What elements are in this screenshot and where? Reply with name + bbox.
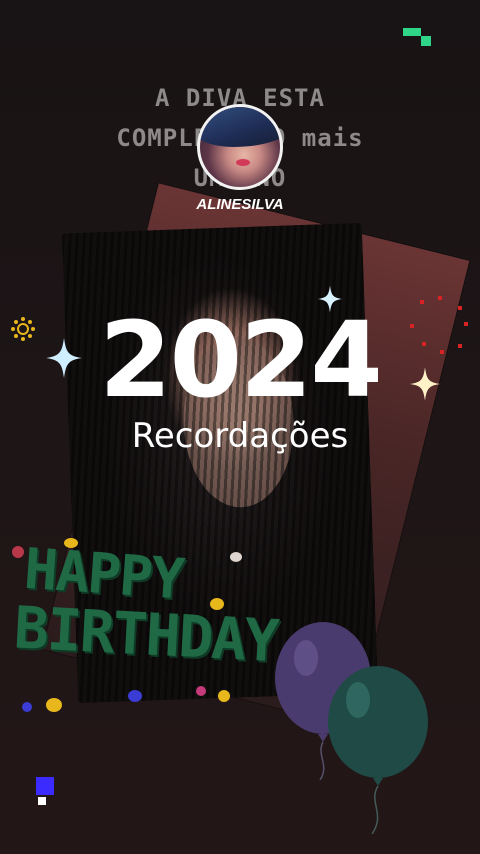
confetti-dot xyxy=(46,698,62,712)
confetti-dot xyxy=(218,690,230,702)
balloon-icon xyxy=(328,666,428,834)
birthday-word-2: BIRTHDAY xyxy=(12,593,279,676)
profile-avatar[interactable] xyxy=(197,104,283,190)
pixel-icon xyxy=(403,28,431,46)
confetti-dot xyxy=(196,686,206,696)
profile-username[interactable]: ALINESILVA xyxy=(0,196,480,213)
avatar-lips-shape xyxy=(236,159,250,166)
happy-birthday-sticker: HAPPY BIRTHDAY xyxy=(12,537,279,675)
year-title: 2024 xyxy=(99,299,382,421)
confetti-dot xyxy=(128,690,142,702)
avatar-hair-shape xyxy=(200,107,280,147)
memories-subtitle: Recordações xyxy=(131,416,349,456)
confetti-dot xyxy=(22,702,32,712)
pixel-icon xyxy=(36,777,54,805)
story-screen: A DIVA ESTA COMPLETANDO mais UM ANO ALIN… xyxy=(0,0,480,854)
